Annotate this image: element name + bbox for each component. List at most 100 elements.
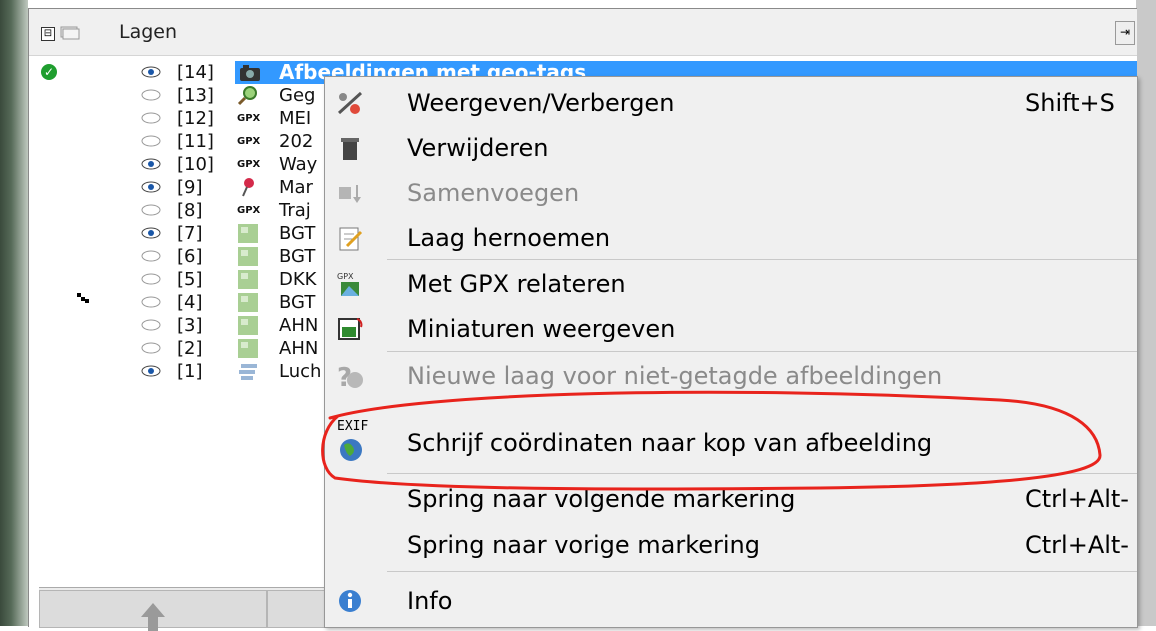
merge-icon xyxy=(339,185,361,203)
panel-title: Lagen xyxy=(119,21,178,43)
menu-item-previous-marker[interactable]: Spring naar vorige markering Ctrl+Alt- xyxy=(325,523,1137,567)
visible-eye-icon[interactable] xyxy=(141,364,161,378)
layer-row-5[interactable]: [5] DKK xyxy=(29,268,329,291)
menu-item-label: Spring naar volgende markering xyxy=(407,485,796,513)
layer-index: [4] xyxy=(177,292,203,313)
move-down-button[interactable] xyxy=(267,590,329,628)
menu-item-label: Weergeven/Verbergen xyxy=(407,89,675,117)
layer-name: AHN xyxy=(279,315,319,336)
right-scrollbar-area[interactable] xyxy=(1136,0,1156,626)
menu-separator xyxy=(387,351,1137,352)
layer-name: BGT xyxy=(279,292,316,313)
trash-icon xyxy=(341,138,359,160)
thumbnails-icon xyxy=(338,318,363,340)
menu-item-shortcut: Ctrl+Alt- xyxy=(1025,531,1129,559)
gpx-icon: GPX xyxy=(237,113,261,124)
imagery-icon xyxy=(238,293,258,312)
menu-item-merge[interactable]: Samenvoegen xyxy=(325,171,1137,215)
menu-item-thumbnails[interactable]: Miniaturen weergeven xyxy=(325,307,1137,351)
layer-index: [11] xyxy=(177,131,214,152)
menu-separator xyxy=(387,571,1137,572)
layer-row-1[interactable]: [1] Luch xyxy=(29,360,329,383)
camera-icon xyxy=(240,65,260,81)
layer-name: Way xyxy=(279,154,318,175)
active-layer-check-icon: ✓ xyxy=(41,64,57,80)
menu-separator xyxy=(387,259,1137,260)
layer-row-10[interactable]: [10] GPX Way xyxy=(29,153,329,176)
arrow-up-icon xyxy=(141,603,165,631)
layer-index: [2] xyxy=(177,338,203,359)
layer-name: Traj xyxy=(279,200,311,221)
layer-context-menu: Weergeven/Verbergen Shift+S Verwijderen … xyxy=(324,76,1138,628)
layer-name: DKK xyxy=(279,269,317,290)
layer-name: BGT xyxy=(279,223,316,244)
menu-item-info[interactable]: Info xyxy=(325,579,1137,623)
menu-item-show-hide[interactable]: Weergeven/Verbergen Shift+S xyxy=(325,81,1137,125)
layer-name: Mar xyxy=(279,177,313,198)
layer-row-2[interactable]: [2] AHN xyxy=(29,337,329,360)
hidden-eye-icon[interactable] xyxy=(141,249,161,263)
collapse-icon[interactable]: ⊟ xyxy=(41,27,55,41)
visible-eye-icon[interactable] xyxy=(141,226,161,240)
layer-index: [7] xyxy=(177,223,203,244)
hidden-eye-icon[interactable] xyxy=(141,295,161,309)
menu-item-untagged-layer[interactable]: ? Nieuwe laag voor niet-getagde afbeeldi… xyxy=(325,354,1137,398)
layer-index: [14] xyxy=(177,62,214,83)
imagery-icon xyxy=(238,316,258,335)
layer-row-12[interactable]: [12] GPX MEI xyxy=(29,107,329,130)
menu-item-gpx-correlate[interactable]: GPX Met GPX relateren xyxy=(325,262,1137,306)
layer-stack-icon xyxy=(60,26,80,40)
hidden-eye-icon[interactable] xyxy=(141,88,161,102)
menu-item-label: Samenvoegen xyxy=(407,179,580,207)
imagery-icon xyxy=(238,339,258,358)
layer-index: [9] xyxy=(177,177,203,198)
layer-row-4[interactable]: [4] BGT xyxy=(29,291,329,314)
layer-name: AHN xyxy=(279,338,319,359)
layer-row-9[interactable]: [9] Mar xyxy=(29,176,329,199)
layer-row-13[interactable]: [13] Geg xyxy=(29,84,329,107)
layer-row-3[interactable]: [3] AHN xyxy=(29,314,329,337)
hidden-eye-icon[interactable] xyxy=(141,272,161,286)
hidden-eye-icon[interactable] xyxy=(141,134,161,148)
menu-item-label: Verwijderen xyxy=(407,134,549,162)
layer-index: [8] xyxy=(177,200,203,221)
visible-eye-icon[interactable] xyxy=(141,157,161,171)
layer-row-6[interactable]: [6] BGT xyxy=(29,245,329,268)
visible-eye-icon[interactable] xyxy=(141,65,161,79)
menu-item-label: Info xyxy=(407,587,453,615)
layer-row-11[interactable]: [11] GPX 202 xyxy=(29,130,329,153)
imagery-icon xyxy=(238,224,258,243)
menu-item-write-coordinates[interactable]: EXIF Schrijf coördinaten naar kop van af… xyxy=(325,419,1137,465)
menu-item-shortcut: Ctrl+Alt- xyxy=(1025,485,1129,513)
exif-globe-icon xyxy=(340,439,362,461)
layer-name: 202 xyxy=(279,131,314,152)
hidden-eye-icon[interactable] xyxy=(141,203,161,217)
menu-item-next-marker[interactable]: Spring naar volgende markering Ctrl+Alt- xyxy=(325,477,1137,521)
menu-item-label: Nieuwe laag voor niet-getagde afbeelding… xyxy=(407,362,943,390)
hidden-eye-icon[interactable] xyxy=(141,341,161,355)
layer-index: [3] xyxy=(177,315,203,336)
hidden-eye-icon[interactable] xyxy=(141,111,161,125)
layer-name: Geg xyxy=(279,85,316,106)
aerial-icon xyxy=(239,364,257,380)
layer-row-7[interactable]: [7] BGT xyxy=(29,222,329,245)
gpx-icon: GPX xyxy=(237,159,261,170)
move-up-button[interactable] xyxy=(39,590,267,631)
pin-icon[interactable]: ⇥ xyxy=(1115,21,1135,45)
layer-row-8[interactable]: [8] GPX Traj xyxy=(29,199,329,222)
magnifier-icon xyxy=(237,86,257,106)
exif-label: EXIF xyxy=(337,419,369,434)
menu-item-label: Miniaturen weergeven xyxy=(407,315,676,343)
layer-name: Luch xyxy=(279,361,322,382)
menu-item-label: Laag hernoemen xyxy=(407,224,611,252)
gpx-icon: GPX xyxy=(237,136,261,147)
map-background-strip xyxy=(0,0,28,626)
visible-eye-icon[interactable] xyxy=(141,180,161,194)
menu-item-delete[interactable]: Verwijderen xyxy=(325,126,1137,170)
rename-icon xyxy=(339,227,363,251)
menu-item-rename[interactable]: Laag hernoemen xyxy=(325,216,1137,260)
imagery-icon xyxy=(238,247,258,266)
layer-index: [13] xyxy=(177,85,214,106)
hidden-eye-icon[interactable] xyxy=(141,318,161,332)
pushpin-icon xyxy=(242,178,254,197)
